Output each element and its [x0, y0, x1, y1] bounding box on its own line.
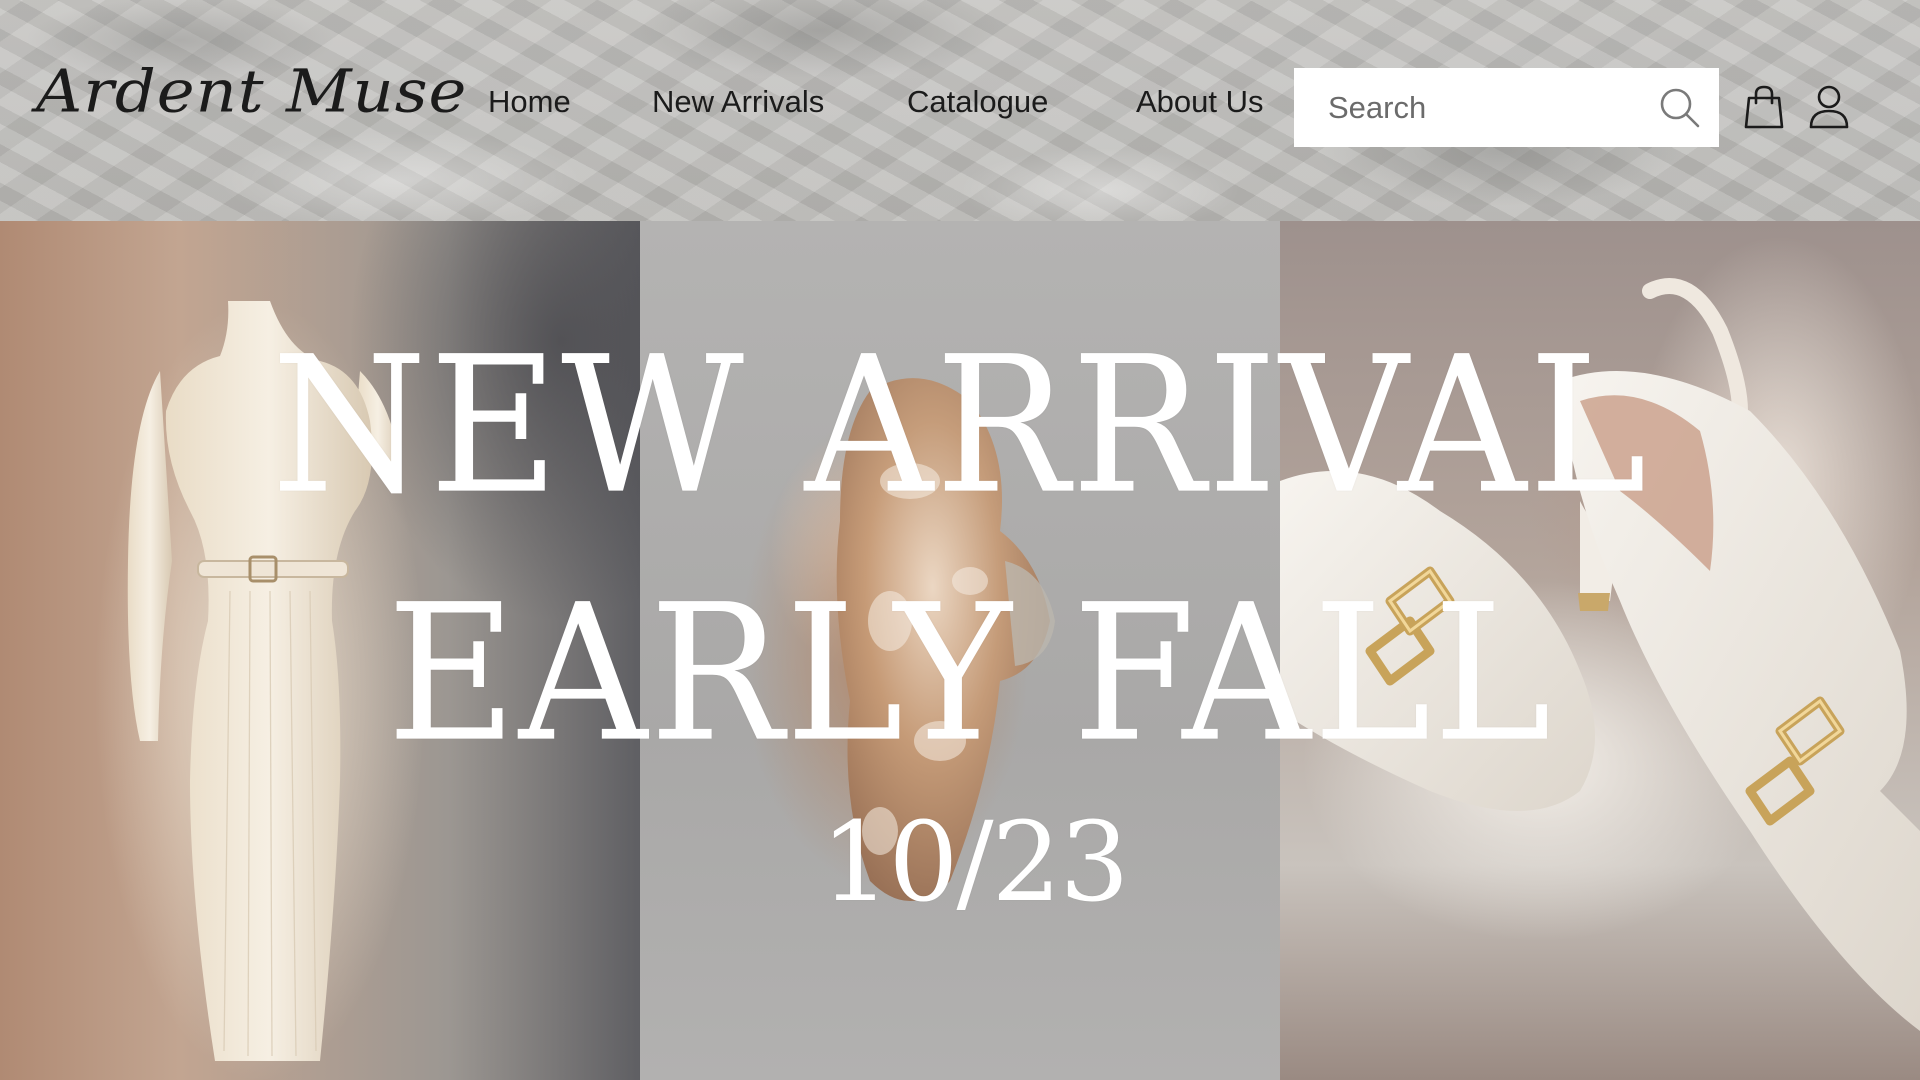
- search-icon[interactable]: [1658, 86, 1702, 130]
- page: Ardent Muse Home New Arrivals Catalogue …: [0, 0, 1920, 1080]
- hero-date: 10/23: [820, 798, 1129, 926]
- nav-catalogue[interactable]: Catalogue: [907, 84, 1048, 120]
- brand-logo[interactable]: Ardent Muse: [36, 58, 467, 126]
- shopping-bag-icon[interactable]: [1744, 84, 1784, 130]
- search-input[interactable]: [1328, 68, 1628, 147]
- search-bar: [1294, 68, 1719, 147]
- hero-headline-new-arrival: NEW ARRIVAL: [271, 315, 1649, 536]
- nav-about-us[interactable]: About Us: [1136, 84, 1264, 120]
- hero-headline-early-fall: EARLY FALL: [386, 563, 1554, 784]
- nav-new-arrivals[interactable]: New Arrivals: [652, 84, 824, 120]
- user-icon[interactable]: [1809, 84, 1849, 130]
- hero-banner[interactable]: NEW ARRIVAL EARLY FALL 10/23: [0, 221, 1920, 1080]
- nav-home[interactable]: Home: [488, 84, 571, 120]
- site-header: Ardent Muse Home New Arrivals Catalogue …: [0, 0, 1920, 221]
